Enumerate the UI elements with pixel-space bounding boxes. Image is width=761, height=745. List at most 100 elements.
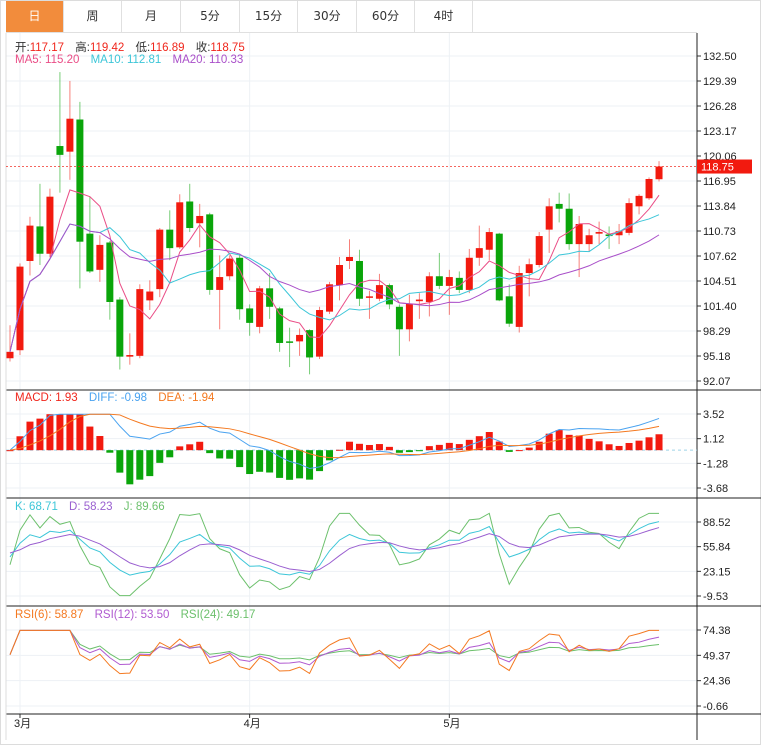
price-tick-label: 110.73 [703,226,736,238]
candle [126,333,134,365]
candle-body [206,214,214,290]
candle-body [176,202,184,248]
macd-value: MACD: 1.93 [15,392,78,404]
candle [565,193,573,250]
candle-body [505,296,513,324]
price-tick-label: 129.39 [703,76,737,88]
macd-bar [136,450,144,480]
candle-body [525,264,533,274]
macd-bar [575,435,583,451]
candle-body [56,146,64,155]
price-tick-label: 132.50 [703,51,737,63]
macd-bar [76,414,84,451]
candle [345,239,353,270]
candle-body [475,248,483,258]
macd-bar [246,450,254,475]
candle [156,228,164,298]
macd-bar [405,450,413,453]
rsi24-value: RSI(24): 49.17 [180,609,256,621]
rsi-legend: RSI(6): 58.87 RSI(12): 53.50 RSI(24): 49… [15,609,263,621]
dea-value: DEA: -1.94 [158,392,215,404]
macd-bar [415,450,423,452]
macd-bar [435,444,443,451]
macd-bar [635,440,643,451]
candle-body [635,195,643,207]
candle-body [136,289,144,356]
open-label: 开: [15,42,30,54]
macd-bar [86,426,94,451]
macd-bar [365,444,373,451]
candle-body [286,341,294,343]
rsi-tick-label: 24.36 [703,676,731,688]
candle [635,194,643,215]
macd-bar [585,438,593,451]
macd-tick-label: 1.12 [703,434,724,446]
candle [425,272,433,317]
macd-bar [96,436,104,451]
macd-bar [216,450,224,459]
candle-body [86,233,94,272]
candle-body [435,276,443,286]
macd-bar [126,450,134,485]
candle-body [26,225,34,261]
rsi12-value: RSI(12): 53.50 [94,609,170,621]
candle-body [405,303,413,330]
candle [505,284,513,327]
price-tick-label: 113.84 [703,201,736,213]
macd-legend: MACD: 1.93 DIFF: -0.98 DEA: -1.94 [15,392,222,404]
macd-bar [535,441,543,451]
high-value: 119.42 [89,42,125,54]
d-line [9,527,660,572]
candle [535,232,543,268]
open-value: 117.17 [29,42,65,54]
close-label: 收: [195,42,211,54]
macd-bar [605,444,613,451]
macd-bar [206,450,214,454]
ma-legend: MA5: 115.20 MA10: 112.81 MA20: 110.33 [15,54,251,66]
candle [86,196,94,274]
macd-bar [425,446,433,451]
kdj-tick-label: 88.52 [703,517,731,529]
candle [116,297,124,370]
candle [316,306,324,360]
k-value: K: 68.71 [15,501,58,513]
candle-body [146,291,154,301]
candle-body [585,235,593,245]
price-tick-label: 104.51 [703,276,737,288]
macd-bar [655,434,663,451]
candle [655,161,663,182]
candle-body [375,285,383,299]
candle-body [256,288,264,327]
x-axis-label: 4月 [244,718,261,730]
kdj-tick-label: 23.15 [703,566,731,578]
candle [206,212,214,295]
candle-body [196,215,204,224]
candle [96,235,104,282]
candle [66,80,74,180]
macd-bar [286,450,294,480]
candle-body [216,277,224,290]
macd-bar [106,450,114,453]
kdj-tick-label: -9.53 [703,591,728,603]
close-value: 118.75 [210,42,245,54]
candle-body [355,260,363,299]
candle-body [76,119,84,242]
kline-chart[interactable]: 132.50129.39126.28123.17120.06116.95113.… [0,0,761,745]
candle-body [336,265,344,286]
price-tick-label: 101.40 [703,301,737,313]
candle-body [595,232,603,234]
candle [585,228,593,252]
candle-body [425,276,433,302]
price-tick-label: 95.18 [703,351,731,363]
low-value: 116.89 [150,42,185,54]
x-axis-label: 5月 [443,718,460,730]
rsi6-value: RSI(6): 58.87 [15,609,84,621]
candle [166,210,174,261]
candle [336,256,344,301]
candle-body [66,118,74,152]
macd-bar [6,450,14,452]
candle [555,192,563,223]
candle [645,177,653,200]
candle [106,240,114,320]
candle-body [445,277,453,286]
